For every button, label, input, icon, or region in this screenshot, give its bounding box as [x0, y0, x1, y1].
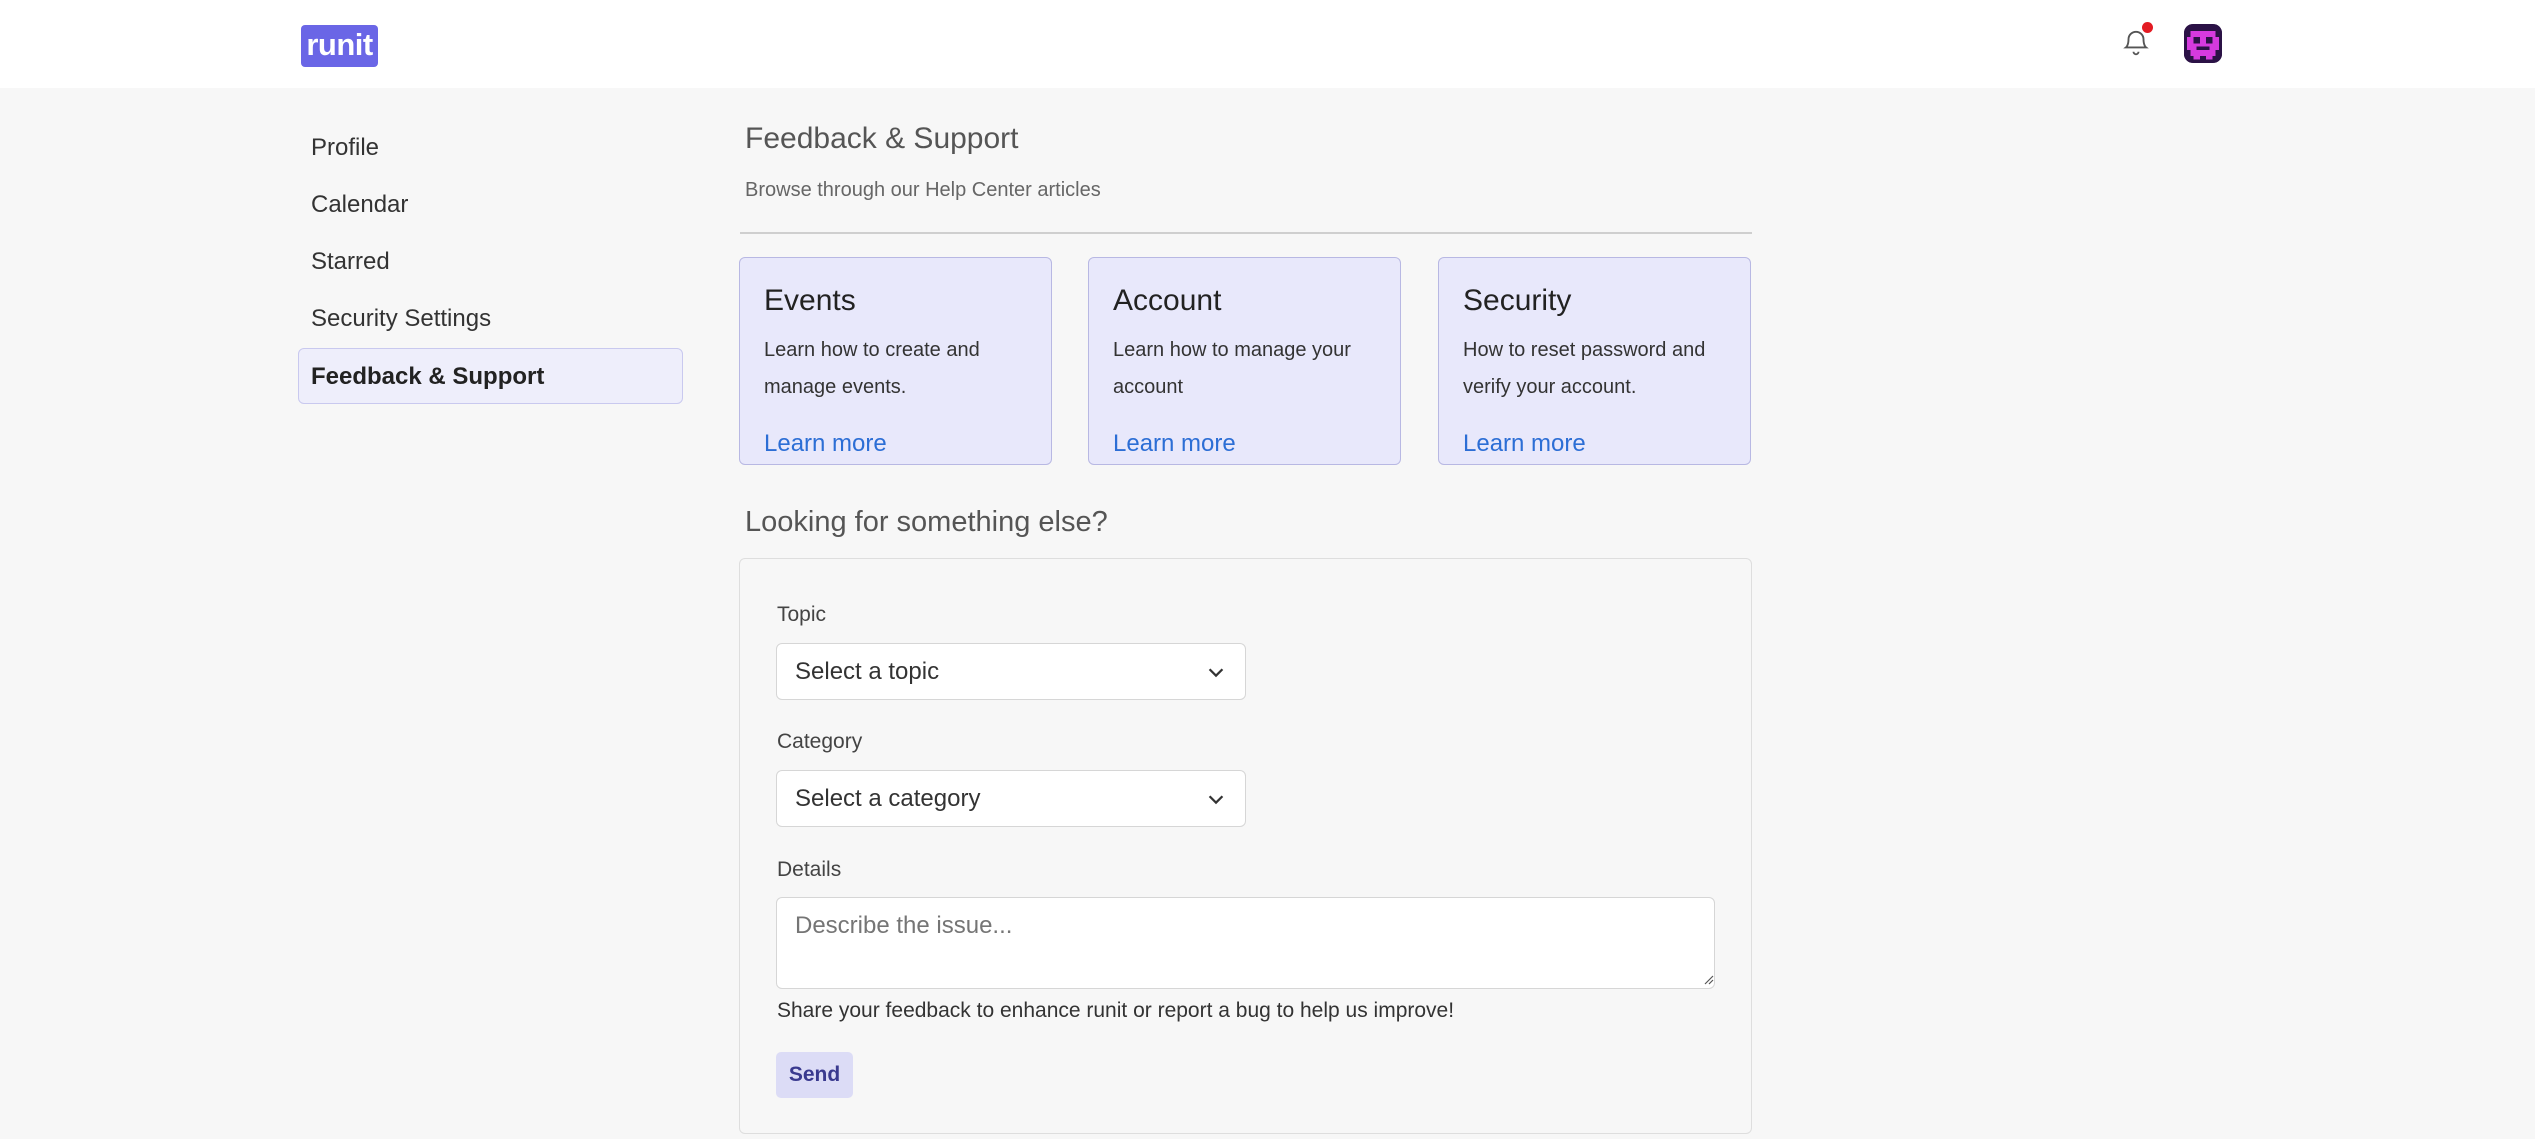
help-card-events: Events Learn how to create and manage ev… [739, 257, 1052, 465]
card-description: How to reset password and verify your ac… [1463, 339, 1706, 398]
learn-more-link[interactable]: Learn more [1113, 430, 1236, 458]
page-subtitle: Browse through our Help Center articles [745, 179, 1101, 201]
category-select-value: Select a category [795, 785, 981, 812]
card-title: Security [1463, 284, 1572, 317]
divider [740, 232, 1752, 234]
avatar[interactable] [2184, 24, 2222, 63]
card-title: Account [1113, 284, 1222, 317]
topic-select-value: Select a topic [795, 658, 940, 685]
help-card-security: Security How to reset password and verif… [1438, 257, 1751, 465]
learn-more-link[interactable]: Learn more [764, 430, 887, 458]
details-label: Details [777, 858, 842, 881]
top-header: runit [0, 0, 2535, 88]
notification-dot [2142, 22, 2153, 33]
chevron-down-icon [1208, 668, 1224, 678]
card-description: Learn how to create and manage events. [764, 339, 980, 398]
category-label: Category [777, 730, 863, 753]
sidebar-item-starred[interactable]: Starred [298, 233, 683, 289]
help-text: Share your feedback to enhance runit or … [777, 999, 1455, 1022]
details-textarea[interactable] [776, 897, 1715, 989]
feedback-form: Topic Select a topic Category Select a c… [739, 558, 1752, 1134]
page-title: Feedback & Support [745, 122, 1019, 155]
sidebar-item-security-settings[interactable]: Security Settings [298, 290, 683, 346]
sidebar-item-profile[interactable]: Profile [298, 119, 683, 175]
card-title: Events [764, 284, 856, 317]
card-description: Learn how to manage your account [1113, 339, 1351, 398]
sidebar-item-feedback-support[interactable]: Feedback & Support [298, 348, 683, 404]
topic-label: Topic [777, 603, 827, 626]
runit-logo[interactable]: runit [301, 25, 378, 67]
resize-handle-icon[interactable] [1702, 973, 1714, 985]
section-title: Looking for something else? [745, 506, 1108, 538]
chevron-down-icon [1208, 795, 1224, 805]
sidebar-item-calendar[interactable]: Calendar [298, 176, 683, 232]
learn-more-link[interactable]: Learn more [1463, 430, 1586, 458]
category-select[interactable]: Select a category [776, 770, 1246, 827]
help-card-account: Account Learn how to manage your account… [1088, 257, 1401, 465]
send-button[interactable]: Send [776, 1052, 853, 1098]
topic-select[interactable]: Select a topic [776, 643, 1246, 700]
